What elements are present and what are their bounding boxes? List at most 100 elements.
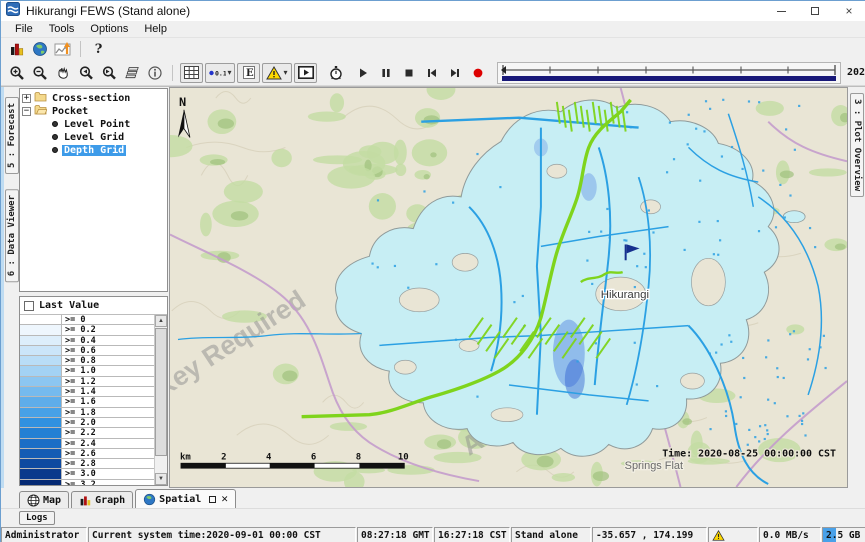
left-tab-strip: 5 : Forecast 6 : Data Viewer (1, 87, 18, 488)
statusbar: Administrator Current system time:2020-0… (1, 526, 865, 542)
zoom-previous-icon[interactable] (74, 63, 97, 83)
help-button[interactable]: ? (87, 39, 110, 59)
legend-label: >= 0.4 (62, 336, 154, 345)
right-tab-strip: 3 : Plot Overview (848, 87, 865, 488)
layers-icon[interactable] (120, 63, 143, 83)
legend-swatch (20, 366, 62, 375)
svg-text:2: 2 (221, 452, 226, 462)
legend-row: >= 0.6 (20, 346, 154, 356)
pause-button[interactable] (374, 63, 397, 83)
timeseries-display-icon[interactable] (51, 39, 74, 59)
tab-map[interactable]: Map (19, 491, 69, 508)
toolbar-separator (172, 65, 173, 81)
legend-swatch (20, 325, 62, 334)
tab-plot-overview[interactable]: 3 : Plot Overview (850, 93, 864, 197)
play-button[interactable] (351, 63, 374, 83)
sidebar-tab-data-viewer[interactable]: 6 : Data Viewer (5, 189, 19, 282)
legend-swatch (20, 315, 62, 324)
skip-backward-button[interactable] (420, 63, 443, 83)
legend-row: >= 1.4 (20, 387, 154, 397)
legend-label: >= 2.6 (62, 449, 154, 458)
tab-graph[interactable]: Graph (71, 491, 133, 508)
skip-forward-button[interactable] (443, 63, 466, 83)
legend-row: >= 2.8 (20, 459, 154, 469)
logs-button[interactable]: Logs (19, 511, 55, 525)
node-bullet-icon (52, 121, 58, 127)
status-user: Administrator (1, 527, 87, 542)
legend-label: >= 2.0 (62, 418, 154, 427)
legend-row: >= 2.2 (20, 428, 154, 438)
node-bullet-icon (52, 147, 58, 153)
classification-dropdown[interactable]: 0.1▾ (205, 63, 235, 83)
zoom-next-icon[interactable] (97, 63, 120, 83)
database-barchart-icon[interactable] (5, 39, 28, 59)
tree-item-depth-grid[interactable]: Depth Grid (22, 144, 165, 156)
last-value-checkbox[interactable] (24, 301, 34, 311)
maximize-button[interactable] (798, 1, 832, 21)
legend-label: >= 0.8 (62, 356, 154, 365)
warning-icon (712, 530, 725, 541)
map-canvas[interactable]: API Key Required API Key Required (169, 87, 848, 488)
svg-text:N: N (179, 95, 186, 109)
animation-player-icon[interactable] (294, 63, 317, 83)
legend-row: >= 2.4 (20, 439, 154, 449)
legend-list: >= 0>= 0.2>= 0.4>= 0.6>= 0.8>= 1.0>= 1.2… (20, 314, 167, 485)
legend-swatch (20, 408, 62, 417)
pan-hand-icon[interactable] (51, 63, 74, 83)
minimize-button[interactable] (764, 1, 798, 21)
scroll-up-icon[interactable]: ▲ (155, 315, 167, 327)
undock-icon[interactable] (209, 496, 216, 503)
menu-options[interactable]: Options (82, 22, 136, 36)
status-warning-cell (708, 527, 758, 542)
timeline-range-bar (502, 76, 836, 81)
menu-help[interactable]: Help (136, 22, 175, 36)
status-system-time: Current system time:2020-09-01 00:00 CST (88, 527, 356, 542)
record-button[interactable] (466, 63, 489, 83)
legend-swatch (20, 469, 62, 478)
stopwatch-icon[interactable] (324, 63, 347, 83)
legend-row: >= 0.2 (20, 325, 154, 335)
timeline-slider[interactable] (497, 62, 841, 84)
svg-text:km: km (180, 452, 191, 462)
collapse-minus-icon[interactable]: − (22, 107, 31, 116)
legend-swatch (20, 459, 62, 468)
legend-rows: >= 0>= 0.2>= 0.4>= 0.6>= 0.8>= 1.0>= 1.2… (20, 315, 154, 485)
sidebar-tab-forecast[interactable]: 5 : Forecast (5, 97, 19, 174)
legend-swatch (20, 480, 62, 485)
tree-item-cross-section[interactable]: + Cross-section (22, 92, 165, 104)
globe-map-icon[interactable] (28, 39, 51, 59)
tab-spatial[interactable]: Spatial ✕ (135, 489, 236, 508)
map-time-label: Time: 2020-08-25 00:00:00 CST (662, 447, 836, 459)
scroll-down-icon[interactable]: ▼ (155, 473, 167, 485)
legend-label: >= 2.8 (62, 459, 154, 468)
stop-button[interactable] (397, 63, 420, 83)
tree-item-level-point[interactable]: Level Point (22, 118, 165, 130)
svg-text:10: 10 (398, 452, 409, 462)
scroll-thumb[interactable] (155, 328, 167, 456)
legend-label: >= 2.4 (62, 439, 154, 448)
tree-item-pocket[interactable]: − Pocket (22, 105, 165, 117)
zoom-out-icon[interactable] (28, 63, 51, 83)
toolbar-separator (80, 41, 81, 57)
status-coordinates: -35.657 , 174.199 (592, 527, 707, 542)
legend-label: >= 1.8 (62, 408, 154, 417)
legend-label: >= 1.0 (62, 366, 154, 375)
warning-dropdown[interactable]: ▾ (262, 63, 292, 83)
menubar: File Tools Options Help (1, 21, 865, 38)
info-icon[interactable] (143, 63, 166, 83)
legend-row: >= 1.6 (20, 397, 154, 407)
close-tab-icon[interactable]: ✕ (221, 495, 228, 503)
status-memory: 2.5 GB (822, 527, 865, 542)
labels-toggle-icon[interactable]: E (237, 63, 260, 83)
legend-panel: Last Value >= 0>= 0.2>= 0.4>= 0.6>= 0.8>… (19, 296, 168, 486)
legend-scrollbar[interactable]: ▲ ▼ (154, 315, 167, 485)
zoom-in-icon[interactable] (5, 63, 28, 83)
legend-label: >= 0 (62, 315, 154, 324)
tree-item-level-grid[interactable]: Level Grid (22, 131, 165, 143)
legend-row: >= 3.0 (20, 469, 154, 479)
grid-toggle-icon[interactable] (180, 63, 203, 83)
menu-tools[interactable]: Tools (41, 22, 83, 36)
menu-file[interactable]: File (7, 22, 41, 36)
close-button[interactable]: × (832, 1, 865, 21)
expand-plus-icon[interactable]: + (22, 94, 31, 103)
